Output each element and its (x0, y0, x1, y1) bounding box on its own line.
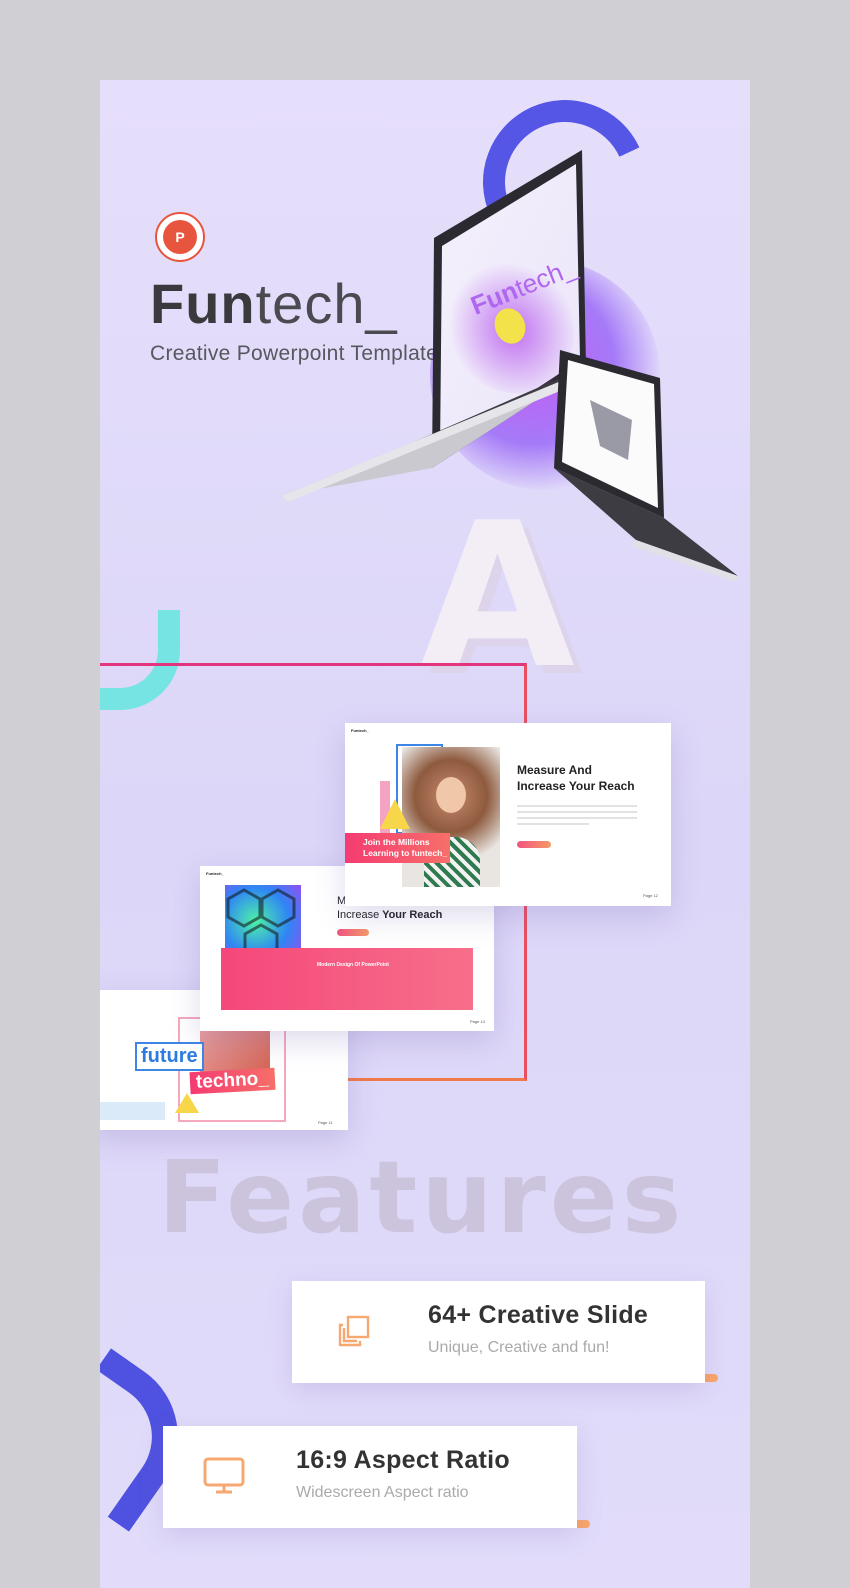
slide-a-face (436, 777, 466, 813)
slide-c-yellow-cone (175, 1093, 199, 1113)
slide-a-page-number: Page 12 (643, 893, 658, 898)
slide-preview-measure: Funtech_ Join the Millions Learning to f… (345, 723, 671, 906)
feature-1-subtitle: Unique, Creative and fun! (428, 1339, 610, 1356)
slide-a-heading-line1: Measure And (517, 763, 592, 777)
slide-a-body-lines (517, 805, 637, 825)
promo-page: A P Funtech_ Creative Powerpoint Templat… (100, 80, 750, 1588)
slide-b-box-title: Modern Design Of PowerPoint (317, 962, 389, 968)
laptop-mockup-small (554, 350, 738, 582)
slide-a-banner: Join the Millions Learning to funtech_ (345, 833, 450, 864)
powerpoint-logo-icon: P (155, 212, 205, 262)
powerpoint-logo-letter: P (163, 220, 197, 254)
slide-b-pink-box: Modern Design Of PowerPoint (221, 948, 473, 1010)
slide-b-heading-light: Increase (337, 909, 380, 921)
slide-c-blue-strip (100, 1102, 165, 1120)
slide-a-yellow-cone (380, 799, 410, 829)
slide-b-heading-bold: Your Reach (382, 909, 443, 921)
slide-a-logo: Funtech_ (351, 728, 369, 733)
slide-a-portrait-photo (402, 747, 500, 887)
features-heading: Features (158, 1139, 686, 1256)
slide-a-button (517, 841, 551, 848)
feature-1-title: 64+ Creative Slide (428, 1301, 649, 1329)
slide-c-page-number: Page 11 (318, 1120, 333, 1125)
slide-a-banner-line1: Join the Millions (363, 837, 430, 847)
feature-2-subtitle: Widescreen Aspect ratio (296, 1484, 469, 1501)
slide-b-button (337, 929, 369, 936)
copy-icon (338, 1315, 370, 1347)
title-bold: Fun (150, 272, 256, 335)
feature-2-title: 16:9 Aspect Ratio (296, 1446, 510, 1474)
slide-a-banner-line2: Learning to funtech_ (363, 848, 448, 859)
slide-c-word-future: future (135, 1042, 204, 1071)
slide-c-word-techno: techno_ (189, 1067, 276, 1095)
monitor-icon (203, 1457, 245, 1494)
feature-card-slides: 64+ Creative Slide Unique, Creative and … (292, 1281, 705, 1383)
feature-card-aspect-ratio: 16:9 Aspect Ratio Widescreen Aspect rati… (163, 1426, 577, 1528)
slide-b-logo: Funtech_ (206, 871, 224, 876)
slide-b-page-number: Page 13 (470, 1019, 485, 1024)
slide-a-heading-line2: Increase Your Reach (517, 779, 635, 793)
slide-b-heading-line2: Increase Your Reach (337, 908, 442, 922)
